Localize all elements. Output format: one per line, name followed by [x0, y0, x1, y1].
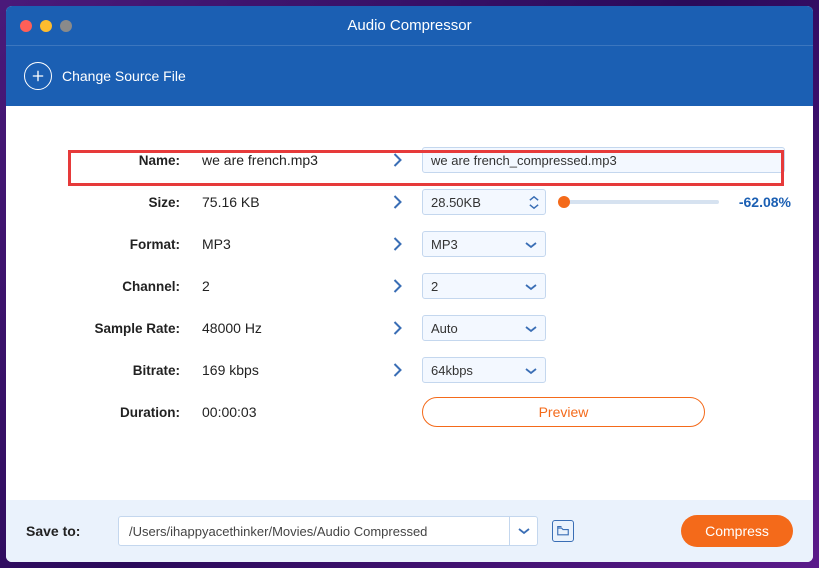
save-path-text: /Users/ihappyacethinker/Movies/Audio Com… [119, 524, 509, 539]
bitrate-value: 64kbps [431, 363, 473, 378]
size-stepper[interactable]: 28.50KB [422, 189, 546, 215]
format-value: MP3 [431, 237, 458, 252]
save-path-box[interactable]: /Users/ihappyacethinker/Movies/Audio Com… [118, 516, 538, 546]
samplerate-original: 48000 Hz [196, 320, 386, 336]
chevron-right-icon [386, 278, 408, 294]
caret-down-icon [525, 363, 537, 378]
preview-button[interactable]: Preview [422, 397, 705, 427]
name-original: we are french.mp3 [196, 152, 386, 168]
saveto-label: Save to: [26, 523, 104, 539]
change-source-button[interactable]: Change Source File [62, 68, 186, 84]
channel-label: Channel: [28, 279, 196, 294]
open-folder-button[interactable] [552, 520, 574, 542]
samplerate-select[interactable]: Auto [422, 315, 546, 341]
compress-button[interactable]: Compress [681, 515, 793, 547]
chevron-right-icon [386, 362, 408, 378]
name-label: Name: [28, 153, 196, 168]
duration-label: Duration: [28, 405, 196, 420]
chevron-right-icon [386, 194, 408, 210]
row-samplerate: Sample Rate: 48000 Hz Auto [28, 308, 791, 348]
chevron-right-icon [386, 236, 408, 252]
add-icon[interactable] [24, 62, 52, 90]
size-original: 75.16 KB [196, 194, 386, 210]
bitrate-select[interactable]: 64kbps [422, 357, 546, 383]
caret-down-icon [525, 237, 537, 252]
samplerate-label: Sample Rate: [28, 321, 196, 336]
caret-up-icon[interactable] [529, 195, 539, 202]
row-bitrate: Bitrate: 169 kbps 64kbps [28, 350, 791, 390]
caret-down-icon [525, 279, 537, 294]
titlebar: Audio Compressor [6, 6, 813, 46]
channel-value: 2 [431, 279, 438, 294]
size-label: Size: [28, 195, 196, 210]
format-select[interactable]: MP3 [422, 231, 546, 257]
size-slider[interactable] [558, 200, 719, 204]
window-title: Audio Compressor [6, 17, 813, 34]
duration-original: 00:00:03 [196, 404, 386, 420]
bitrate-label: Bitrate: [28, 363, 196, 378]
chevron-right-icon [386, 320, 408, 336]
caret-down-icon[interactable] [529, 203, 539, 210]
content-area: Name: we are french.mp3 Size: 75.16 KB 2… [6, 106, 813, 500]
samplerate-value: Auto [431, 321, 458, 336]
row-size: Size: 75.16 KB 28.50KB -62. [28, 182, 791, 222]
app-window: Audio Compressor Change Source File Name… [6, 6, 813, 562]
caret-down-icon [525, 321, 537, 336]
save-path-dropdown[interactable] [509, 517, 537, 545]
row-format: Format: MP3 MP3 [28, 224, 791, 264]
row-name: Name: we are french.mp3 [28, 140, 791, 180]
slider-thumb[interactable] [558, 196, 570, 208]
output-filename-input[interactable] [422, 147, 785, 173]
slider-track[interactable] [558, 200, 719, 204]
format-label: Format: [28, 237, 196, 252]
size-percent: -62.08% [731, 194, 791, 210]
row-channel: Channel: 2 2 [28, 266, 791, 306]
toolbar: Change Source File [6, 46, 813, 106]
channel-select[interactable]: 2 [422, 273, 546, 299]
channel-original: 2 [196, 278, 386, 294]
row-duration: Duration: 00:00:03 Preview [28, 392, 791, 432]
chevron-right-icon [386, 152, 408, 168]
format-original: MP3 [196, 236, 386, 252]
bitrate-original: 169 kbps [196, 362, 386, 378]
footer: Save to: /Users/ihappyacethinker/Movies/… [6, 500, 813, 562]
size-output: 28.50KB [431, 195, 481, 210]
